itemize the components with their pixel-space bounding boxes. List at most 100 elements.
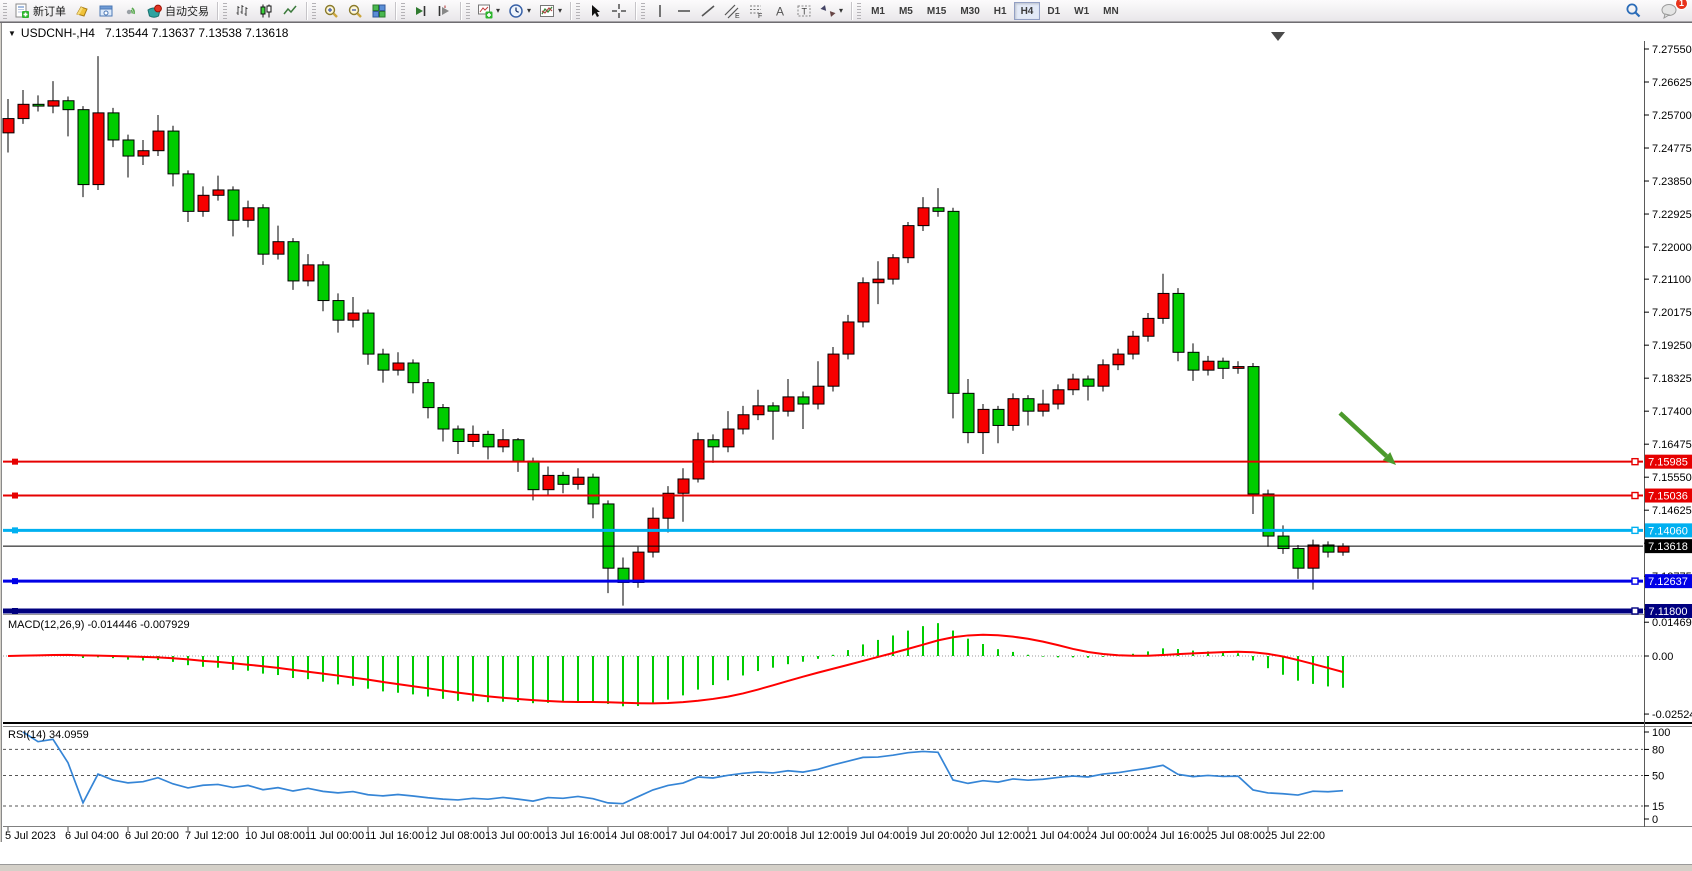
new-order-label: 新订单 bbox=[33, 3, 66, 19]
timeframe-button-H1[interactable]: H1 bbox=[987, 2, 1014, 20]
candle-down bbox=[453, 429, 464, 441]
auto-scroll-button[interactable] bbox=[408, 1, 432, 21]
time-axis-label: 25 Jul 22:00 bbox=[1265, 830, 1325, 842]
notifications-button[interactable]: 1 bbox=[1656, 1, 1682, 21]
line-chart-button[interactable] bbox=[278, 1, 302, 21]
tile-windows-button[interactable] bbox=[367, 1, 391, 21]
price-badge-label: 7.12637 bbox=[1648, 576, 1688, 588]
crosshair-tool-button[interactable] bbox=[607, 1, 631, 21]
hline-left-handle[interactable] bbox=[12, 459, 18, 465]
chart-shift-icon bbox=[436, 3, 452, 19]
time-axis-label: 12 Jul 08:00 bbox=[425, 830, 485, 842]
new-chart-icon bbox=[477, 3, 493, 19]
candle-up bbox=[303, 265, 314, 281]
candle-down bbox=[588, 477, 599, 504]
time-axis-label: 21 Jul 04:00 bbox=[1025, 830, 1085, 842]
price-tick-label: 7.14625 bbox=[1652, 505, 1692, 517]
zoom-in-button[interactable] bbox=[319, 1, 343, 21]
symbol-collapse-icon[interactable]: ▼ bbox=[8, 29, 16, 38]
candle-up bbox=[873, 279, 884, 283]
price-tick-label: 7.15550 bbox=[1652, 472, 1692, 484]
period-button[interactable]: ▾ bbox=[504, 1, 535, 21]
candle-down bbox=[423, 383, 434, 408]
autotrading-icon bbox=[146, 3, 162, 19]
time-axis-label: 5 Jul 2023 bbox=[5, 830, 56, 842]
timeframe-button-D1[interactable]: D1 bbox=[1040, 2, 1067, 20]
horizontal-line-tool-button[interactable] bbox=[672, 1, 696, 21]
candle-down bbox=[333, 301, 344, 321]
toolbar-separator bbox=[635, 2, 636, 20]
new-chart-button[interactable]: ▾ bbox=[473, 1, 504, 21]
hline-left-handle[interactable] bbox=[12, 578, 18, 584]
candlestick-chart-icon bbox=[258, 3, 274, 19]
candle-up bbox=[348, 313, 359, 320]
new-order-button[interactable]: 新订单 bbox=[10, 1, 70, 21]
axis-label: 80 bbox=[1652, 744, 1664, 756]
trendline-tool-button[interactable] bbox=[696, 1, 720, 21]
profiles-button[interactable] bbox=[94, 1, 118, 21]
text-tool-button[interactable]: A bbox=[768, 1, 792, 21]
timeframe-button-MN[interactable]: MN bbox=[1096, 2, 1126, 20]
chart-canvas[interactable]: 0.0146910.00-0.02524MACD(12,26,9) -0.014… bbox=[0, 23, 1692, 842]
candle-down bbox=[78, 110, 89, 185]
chart-shift-button[interactable] bbox=[432, 1, 456, 21]
axis-label: 15 bbox=[1652, 801, 1664, 813]
toolbar-separator bbox=[851, 2, 852, 20]
vertical-line-tool-button[interactable] bbox=[648, 1, 672, 21]
timeframe-button-M15[interactable]: M15 bbox=[920, 2, 953, 20]
timeframe-button-H4[interactable]: H4 bbox=[1014, 2, 1041, 20]
market-watch-button[interactable] bbox=[70, 1, 94, 21]
candle-up bbox=[18, 104, 29, 118]
candle-up bbox=[138, 151, 149, 156]
hline-left-handle[interactable] bbox=[12, 527, 18, 533]
time-axis-label: 17 Jul 04:00 bbox=[665, 830, 725, 842]
price-tick-label: 7.25700 bbox=[1652, 110, 1692, 122]
search-button[interactable] bbox=[1621, 1, 1646, 21]
signals-button[interactable] bbox=[118, 1, 142, 21]
price-tick-label: 7.21100 bbox=[1652, 274, 1691, 286]
hline-left-handle[interactable] bbox=[12, 493, 18, 499]
candle-up bbox=[543, 475, 554, 489]
hline-right-handle[interactable] bbox=[1632, 608, 1638, 614]
axis-label: -0.02524 bbox=[1652, 709, 1692, 721]
candle-down bbox=[1293, 549, 1304, 569]
cursor-tool-button[interactable] bbox=[583, 1, 607, 21]
candle-up bbox=[48, 101, 59, 106]
fibonacci-tool-button[interactable]: F bbox=[744, 1, 768, 21]
arrow-annotation[interactable] bbox=[1340, 413, 1386, 456]
toolbar-separator bbox=[306, 2, 307, 20]
timeframe-button-M30[interactable]: M30 bbox=[953, 2, 986, 20]
timeframe-button-M5[interactable]: M5 bbox=[892, 2, 920, 20]
bar-chart-button[interactable] bbox=[230, 1, 254, 21]
label-tool-button[interactable]: T bbox=[792, 1, 816, 21]
candle-down bbox=[183, 174, 194, 211]
window-left-edge bbox=[0, 23, 2, 842]
hline-right-handle[interactable] bbox=[1632, 527, 1638, 533]
candle-up bbox=[1143, 318, 1154, 336]
price-tick-label: 7.27550 bbox=[1652, 44, 1692, 56]
candle-up bbox=[648, 518, 659, 552]
candle-up bbox=[3, 119, 14, 133]
hline-right-handle[interactable] bbox=[1632, 459, 1638, 465]
templates-button[interactable]: ▾ bbox=[535, 1, 566, 21]
timeframe-button-W1[interactable]: W1 bbox=[1067, 2, 1096, 20]
macd-label: MACD(12,26,9) -0.014446 -0.007929 bbox=[8, 619, 190, 631]
channel-tool-button[interactable]: E bbox=[720, 1, 744, 21]
candle-down bbox=[513, 440, 524, 461]
candlestick-chart-button[interactable] bbox=[254, 1, 278, 21]
timeframe-button-M1[interactable]: M1 bbox=[864, 2, 892, 20]
autotrading-button[interactable]: 自动交易 bbox=[142, 1, 213, 21]
candle-up bbox=[1008, 399, 1019, 426]
chart-title: ▼ USDCNH-,H4 7.13544 7.13637 7.13538 7.1… bbox=[8, 26, 288, 40]
rsi-line bbox=[23, 732, 1343, 804]
arrows-tool-button[interactable]: ▾ bbox=[816, 1, 847, 21]
chart-shift-marker[interactable] bbox=[1271, 32, 1285, 41]
hline-left-handle[interactable] bbox=[12, 608, 18, 614]
candle-up bbox=[1068, 379, 1079, 390]
chart-ohlc-values: 7.13544 7.13637 7.13538 7.13618 bbox=[105, 26, 289, 40]
zoom-out-button[interactable] bbox=[343, 1, 367, 21]
hline-right-handle[interactable] bbox=[1632, 578, 1638, 584]
candle-up bbox=[273, 242, 284, 254]
time-axis-label: 18 Jul 12:00 bbox=[785, 830, 845, 842]
hline-right-handle[interactable] bbox=[1632, 493, 1638, 499]
